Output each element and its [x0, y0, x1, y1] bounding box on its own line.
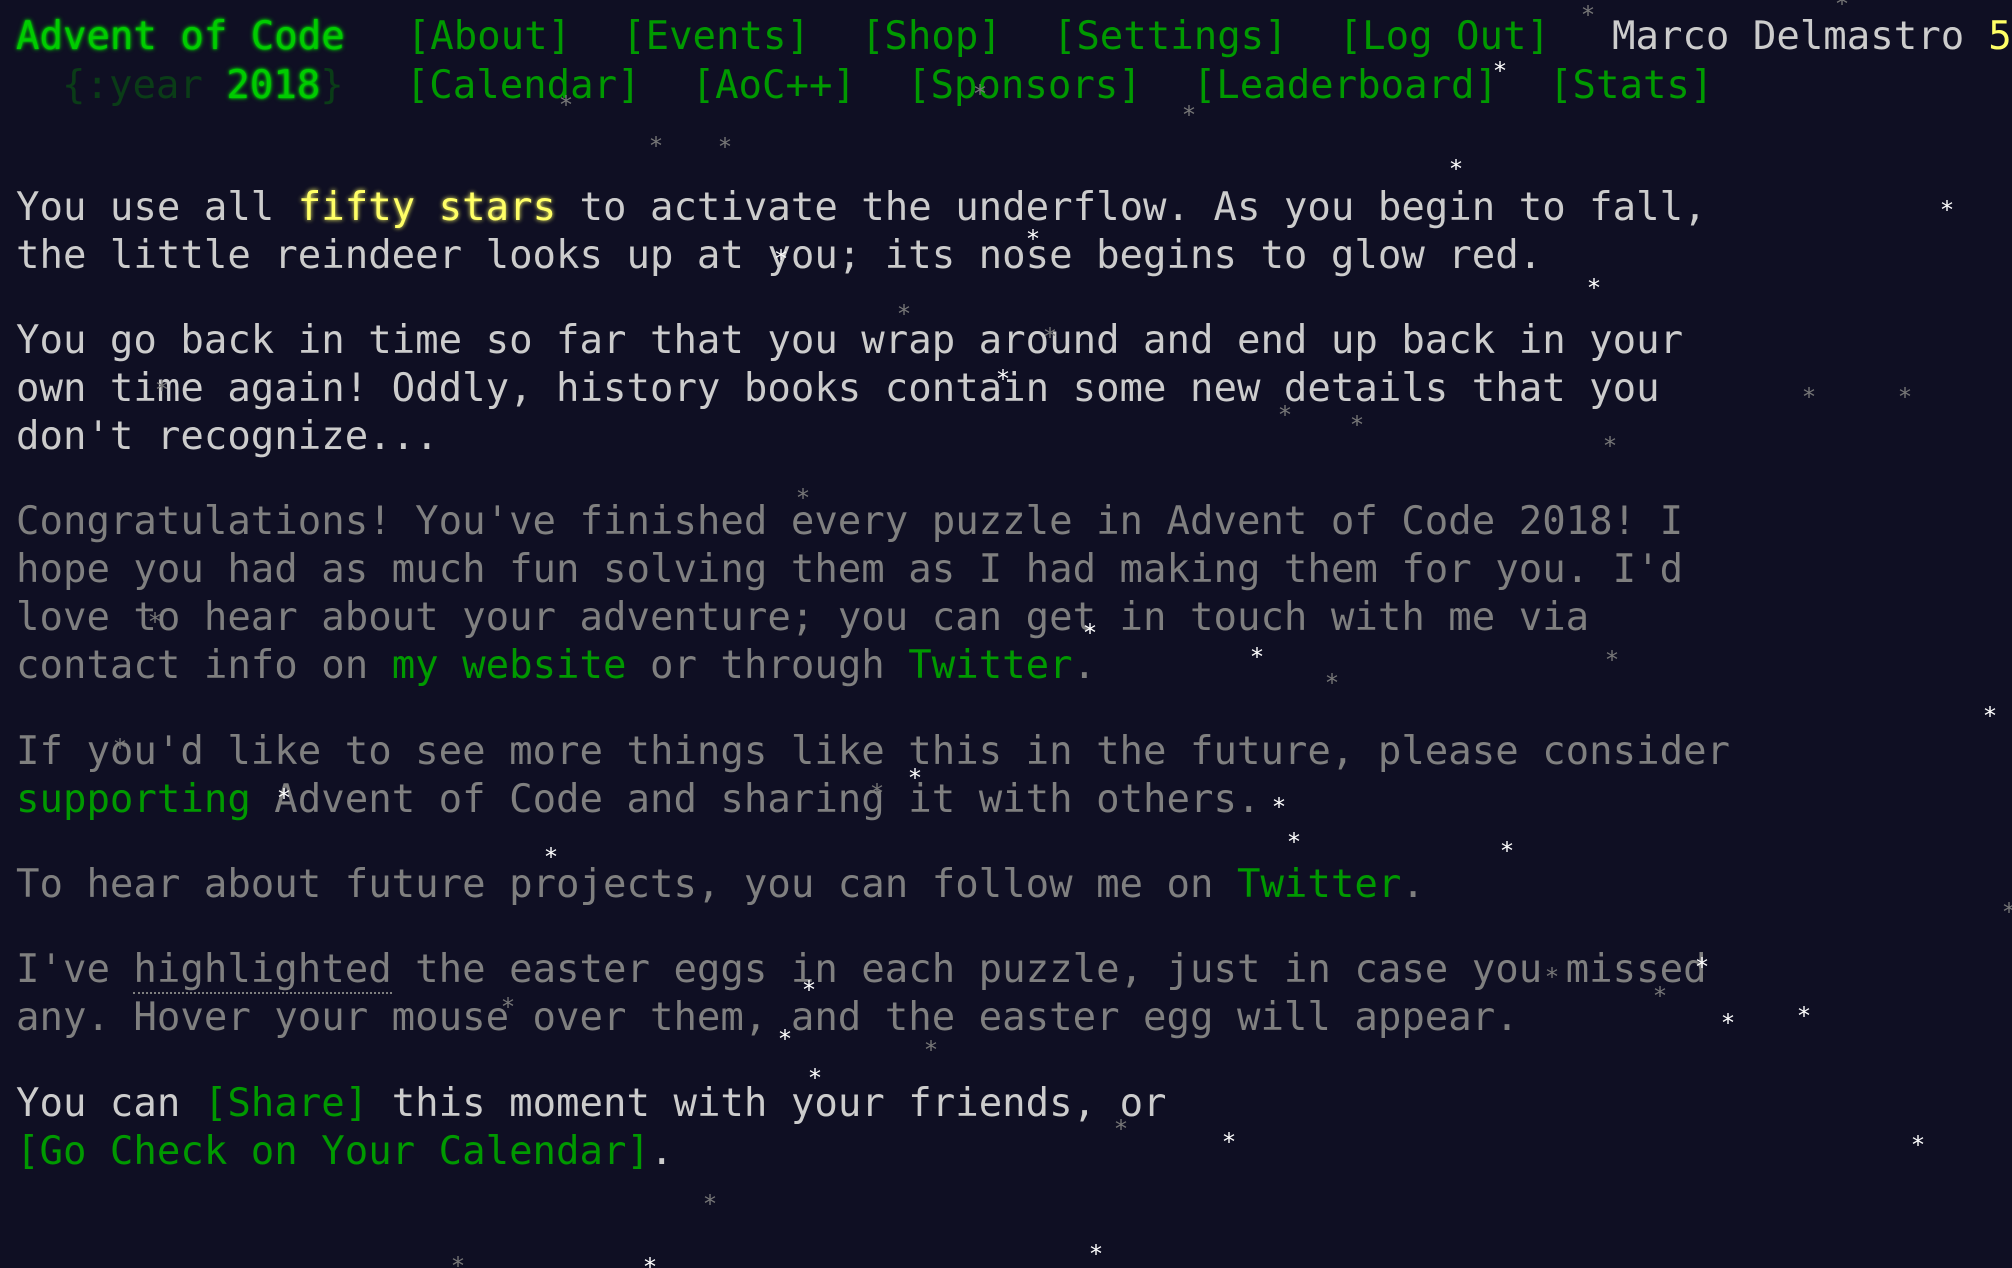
nav-aocplusplus[interactable]: [AoC++]: [692, 63, 856, 108]
congrats-paragraph: Congratulations! You've finished every p…: [16, 498, 1683, 690]
star-icon: *: [1604, 432, 1616, 460]
star-icon: *: [452, 1252, 464, 1268]
star-icon: *: [1115, 1115, 1127, 1143]
star-icon: *: [644, 1253, 656, 1268]
share-paragraph: You can [Share] this moment with your fr…: [16, 1080, 1167, 1176]
star-icon: *: [803, 976, 815, 1004]
nav-leaderboard[interactable]: [Leaderboard]: [1193, 63, 1498, 108]
star-icon: *: [1912, 1131, 1924, 1159]
twitter-link-1[interactable]: Twitter: [908, 643, 1072, 688]
star-icon: *: [997, 365, 1009, 393]
nav-calendar[interactable]: [Calendar]: [406, 63, 641, 108]
star-icon: *: [871, 779, 883, 807]
twitter-link-2[interactable]: Twitter: [1237, 862, 1401, 907]
support-text-end: Advent of Code and sharing it with other…: [250, 777, 1261, 822]
star-icon: *: [1044, 323, 1056, 351]
star-icon: *: [1251, 643, 1263, 671]
star-icon: *: [1450, 155, 1462, 183]
star-icon: *: [797, 484, 809, 512]
fifty-stars-highlight: fifty stars: [297, 185, 557, 230]
site-title[interactable]: Advent of Code: [16, 14, 345, 59]
star-icon: *: [502, 993, 514, 1021]
star-icon: *: [278, 784, 290, 812]
star-icon: *: [1351, 411, 1363, 439]
user-name: Marco Delmastro: [1611, 14, 1965, 59]
nav-about[interactable]: [About]: [407, 14, 571, 59]
star-icon: *: [1084, 619, 1096, 647]
highlighted-easter-egg[interactable]: highlighted: [133, 947, 392, 994]
star-icon: *: [1183, 101, 1195, 129]
story-paragraph-2: You go back in time so far that you wrap…: [16, 318, 1684, 459]
star-icon: *: [1027, 225, 1039, 253]
star-icon: *: [1288, 828, 1300, 856]
star-icon: *: [1582, 1, 1594, 29]
star-icon: *: [925, 1036, 937, 1064]
nav-logout[interactable]: [Log Out]: [1339, 14, 1550, 59]
star-icon: *: [1984, 702, 1996, 730]
star-icon: *: [650, 132, 662, 160]
year-value: 2018: [226, 63, 321, 108]
star-icon: *: [1090, 1240, 1102, 1268]
star-icon: *: [1494, 57, 1506, 85]
nav-settings[interactable]: [Settings]: [1053, 14, 1288, 59]
follow-paragraph: To hear about future projects, you can f…: [16, 861, 1425, 909]
star-icon: *: [719, 133, 731, 161]
share-text-start: You can: [16, 1081, 204, 1126]
star-icon: *: [149, 608, 161, 636]
star-icon: *: [545, 843, 557, 871]
star-icon: *: [1273, 793, 1285, 821]
nav-stats[interactable]: [Stats]: [1549, 63, 1713, 108]
star-icon: *: [1722, 1009, 1734, 1037]
star-icon: *: [779, 1025, 791, 1053]
support-text-start: If you'd like to see more things like th…: [16, 729, 1731, 774]
my-website-link[interactable]: my website: [392, 643, 627, 688]
follow-text-end: .: [1401, 862, 1425, 907]
easter-egg-paragraph: I've highlighted the easter eggs in each…: [16, 946, 1707, 1042]
star-icon: *: [1654, 982, 1666, 1010]
star-icon: *: [1798, 1002, 1810, 1030]
year-suffix: }: [320, 63, 344, 108]
star-icon: *: [114, 734, 126, 762]
share-link[interactable]: [Share]: [204, 1081, 368, 1126]
star-icon: *: [1279, 401, 1291, 429]
star-icon: *: [1997, 900, 2012, 924]
follow-text: To hear about future projects, you can f…: [16, 862, 1237, 907]
star-icon: *: [909, 764, 921, 792]
star-count: 50*: [1988, 14, 2012, 59]
nav-sponsors[interactable]: [Sponsors]: [907, 63, 1142, 108]
congrats-text-end: .: [1072, 643, 1097, 688]
story-paragraph-1: You use all fifty stars to activate the …: [16, 184, 1707, 280]
star-icon: *: [809, 1064, 821, 1092]
story-p1-text-start: You use all: [16, 185, 298, 230]
star-icon: *: [1501, 837, 1513, 865]
star-icon: *: [1941, 196, 1953, 224]
share-text-mid: this moment with your friends, or: [391, 1081, 1167, 1126]
header-row-1: Advent of Code [About] [Events] [Shop] [Sett…: [16, 13, 2012, 61]
nav-events[interactable]: [Events]: [622, 14, 810, 59]
star-icon: *: [1803, 383, 1815, 411]
header-row-2: {:year 2018} [Calendar] [AoC++] [Sponsors] […: [16, 62, 1713, 110]
star-icon: *: [898, 300, 910, 328]
star-icon: *: [1899, 383, 1911, 411]
star-icon: *: [775, 245, 787, 273]
star-icon: *: [974, 80, 986, 108]
star-icon: *: [1588, 274, 1600, 302]
star-icon: *: [560, 91, 572, 119]
star-icon: *: [1606, 646, 1618, 674]
share-text-end: .: [649, 1129, 674, 1174]
nav-shop[interactable]: [Shop]: [861, 14, 1002, 59]
star-icon: *: [1546, 963, 1558, 991]
calendar-link[interactable]: [Go Check on Your Calendar]: [16, 1129, 650, 1174]
star-icon: *: [1326, 669, 1338, 697]
star-icon: *: [1836, 0, 1848, 18]
year-badge[interactable]: {:year 2018}: [62, 63, 344, 108]
congrats-text-mid: or through: [626, 643, 909, 688]
star-icon: *: [1696, 953, 1708, 981]
supporting-link[interactable]: supporting: [16, 777, 251, 822]
star-icon: *: [704, 1190, 716, 1218]
star-icon: *: [156, 376, 168, 404]
year-prefix: {:year: [62, 63, 227, 108]
star-icon: *: [1223, 1128, 1235, 1156]
egg-text-start: I've: [16, 947, 134, 992]
